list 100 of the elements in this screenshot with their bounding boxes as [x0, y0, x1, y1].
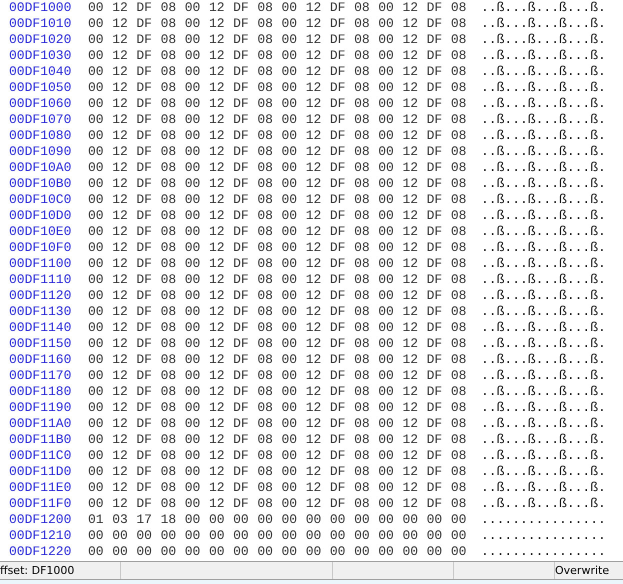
hex-byte[interactable]: 12 — [402, 192, 427, 208]
hex-byte[interactable]: 12 — [402, 256, 427, 272]
hex-byte[interactable]: 08 — [257, 336, 282, 352]
hex-byte[interactable]: 00 — [378, 176, 402, 192]
hex-byte[interactable]: 12 — [402, 32, 427, 48]
hex-byte[interactable]: 00 — [378, 96, 402, 112]
hex-byte[interactable]: DF — [426, 352, 451, 368]
hex-byte[interactable]: 00 — [184, 304, 209, 320]
hex-byte[interactable]: 00 — [184, 16, 209, 32]
hex-byte[interactable]: DF — [330, 128, 354, 144]
hex-byte[interactable]: 08 — [354, 304, 378, 320]
hex-byte[interactable]: 00 — [88, 64, 112, 80]
hex-byte[interactable]: DF — [330, 48, 354, 64]
hex-byte[interactable]: 00 — [88, 352, 112, 368]
hex-byte[interactable]: DF — [426, 80, 451, 96]
hex-byte[interactable]: 08 — [257, 32, 282, 48]
hex-byte[interactable]: 00 — [282, 352, 306, 368]
hex-byte[interactable]: 00 — [88, 400, 112, 416]
hex-byte[interactable]: 12 — [112, 16, 136, 32]
hex-byte[interactable]: 12 — [208, 352, 234, 368]
hex-byte[interactable]: 00 — [184, 384, 209, 400]
hex-byte[interactable]: DF — [330, 16, 354, 32]
hex-byte[interactable]: 00 — [282, 384, 306, 400]
hex-byte[interactable]: 00 — [184, 512, 209, 528]
hex-byte[interactable]: 00 — [378, 368, 402, 384]
hex-byte[interactable]: DF — [330, 336, 354, 352]
hex-byte[interactable]: DF — [233, 144, 258, 160]
hex-byte[interactable]: 08 — [354, 368, 378, 384]
hex-byte[interactable]: 08 — [160, 64, 185, 80]
hex-byte[interactable]: DF — [330, 352, 354, 368]
hex-byte[interactable]: DF — [330, 144, 354, 160]
hex-byte[interactable]: 08 — [257, 192, 282, 208]
hex-byte[interactable]: 12 — [112, 176, 136, 192]
hex-byte[interactable]: 00 — [378, 480, 402, 496]
hex-byte[interactable]: 08 — [354, 96, 378, 112]
hex-byte[interactable]: DF — [426, 448, 451, 464]
hex-byte[interactable]: 08 — [450, 96, 475, 112]
hex-byte[interactable]: 12 — [112, 80, 136, 96]
hex-byte[interactable]: DF — [136, 144, 161, 160]
hex-byte[interactable]: DF — [330, 80, 354, 96]
hex-byte[interactable]: 08 — [257, 112, 282, 128]
hex-byte[interactable]: 12 — [208, 160, 234, 176]
hex-byte[interactable]: 08 — [450, 416, 475, 432]
hex-byte[interactable]: DF — [426, 400, 451, 416]
hex-byte[interactable]: 08 — [450, 144, 475, 160]
hex-byte[interactable]: 00 — [184, 96, 209, 112]
hex-byte[interactable]: 12 — [208, 96, 234, 112]
hex-byte[interactable]: 00 — [378, 464, 402, 480]
hex-byte[interactable]: DF — [136, 320, 161, 336]
hex-byte[interactable]: 00 — [378, 144, 402, 160]
hex-byte[interactable]: 08 — [354, 176, 378, 192]
hex-byte[interactable]: 08 — [354, 256, 378, 272]
hex-byte[interactable]: 00 — [184, 368, 209, 384]
hex-byte[interactable]: 00 — [282, 544, 306, 560]
hex-byte[interactable]: 08 — [257, 256, 282, 272]
hex-byte[interactable]: DF — [136, 448, 161, 464]
hex-byte[interactable]: 12 — [112, 480, 136, 496]
hex-byte[interactable]: DF — [233, 304, 258, 320]
hex-byte[interactable]: 12 — [208, 112, 234, 128]
hex-byte[interactable]: 08 — [160, 480, 185, 496]
hex-byte[interactable]: 12 — [306, 0, 330, 16]
hex-byte[interactable]: DF — [330, 240, 354, 256]
hex-byte[interactable]: 00 — [306, 512, 330, 528]
hex-byte[interactable]: 00 — [184, 448, 209, 464]
hex-byte[interactable]: 00 — [184, 272, 209, 288]
hex-byte[interactable]: 08 — [257, 80, 282, 96]
hex-byte[interactable]: 08 — [160, 16, 185, 32]
hex-byte[interactable]: DF — [233, 448, 258, 464]
hex-byte[interactable]: 12 — [208, 496, 234, 512]
hex-byte[interactable]: DF — [426, 240, 451, 256]
hex-byte[interactable]: DF — [330, 192, 354, 208]
hex-byte[interactable]: 12 — [402, 96, 427, 112]
hex-byte[interactable]: 00 — [330, 544, 354, 560]
hex-byte[interactable]: 00 — [330, 512, 354, 528]
hex-byte[interactable]: 12 — [402, 0, 427, 16]
hex-byte[interactable]: 08 — [160, 192, 185, 208]
hex-byte[interactable]: 08 — [257, 272, 282, 288]
hex-byte[interactable]: DF — [233, 400, 258, 416]
hex-byte[interactable]: 00 — [184, 432, 209, 448]
hex-byte[interactable]: 12 — [112, 32, 136, 48]
hex-byte[interactable]: DF — [136, 272, 161, 288]
hex-byte[interactable]: 08 — [160, 384, 185, 400]
hex-byte[interactable]: 08 — [450, 304, 475, 320]
hex-byte[interactable]: 00 — [378, 304, 402, 320]
hex-byte[interactable]: 00 — [282, 368, 306, 384]
hex-byte[interactable]: 08 — [257, 384, 282, 400]
hex-byte[interactable]: 00 — [88, 304, 112, 320]
hex-byte[interactable]: 00 — [184, 160, 209, 176]
hex-byte[interactable]: 12 — [208, 256, 234, 272]
hex-byte[interactable]: 00 — [282, 336, 306, 352]
hex-byte[interactable]: 08 — [354, 224, 378, 240]
hex-byte[interactable]: DF — [426, 96, 451, 112]
hex-byte[interactable]: DF — [233, 64, 258, 80]
hex-byte[interactable]: 00 — [88, 288, 112, 304]
hex-byte[interactable]: 00 — [282, 128, 306, 144]
hex-byte[interactable]: 00 — [88, 0, 112, 16]
hex-byte[interactable]: 12 — [306, 208, 330, 224]
hex-byte[interactable]: 12 — [112, 64, 136, 80]
hex-byte[interactable]: 12 — [112, 496, 136, 512]
hex-byte[interactable]: 08 — [450, 224, 475, 240]
